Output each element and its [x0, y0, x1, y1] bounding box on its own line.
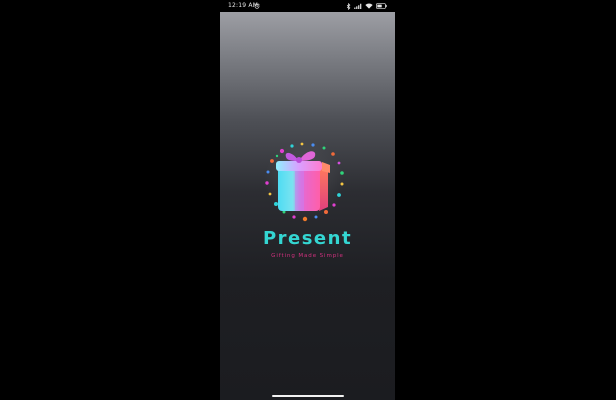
- signal-icon: [354, 3, 362, 9]
- home-indicator[interactable]: [272, 395, 344, 397]
- status-bar: 12:19 AM: [220, 0, 395, 12]
- app-screen: 12:19 AM Present Gifting Made Simple: [220, 0, 395, 400]
- app-tagline: Gifting Made Simple: [271, 253, 344, 259]
- wifi-icon: [365, 3, 373, 9]
- bluetooth-icon: [346, 2, 351, 10]
- alarm-icon: [254, 3, 260, 9]
- battery-icon: [376, 3, 387, 9]
- gift-box-icon: [264, 141, 344, 222]
- app-name-title: Present: [262, 228, 353, 249]
